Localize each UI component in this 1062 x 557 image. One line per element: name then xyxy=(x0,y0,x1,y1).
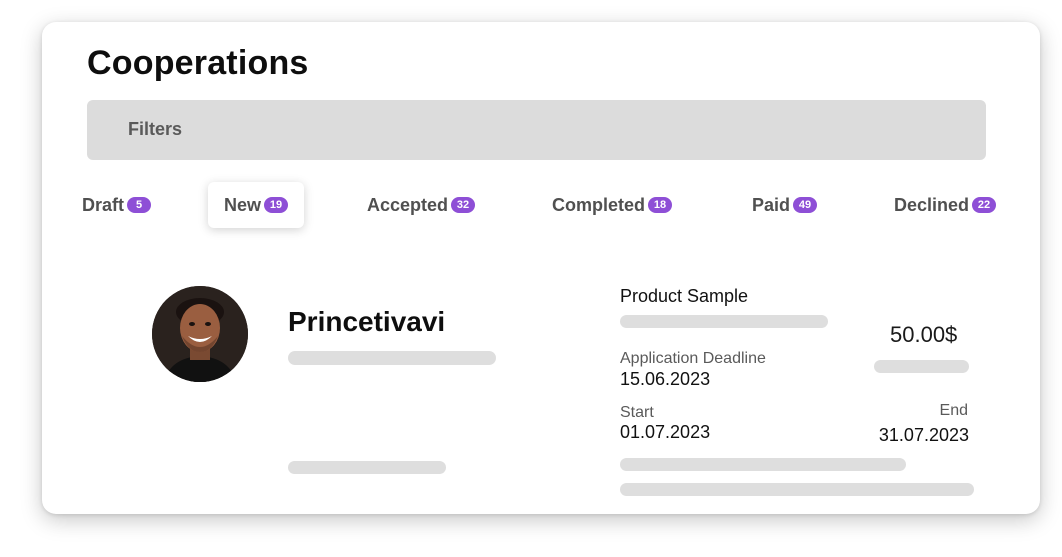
application-deadline-value: 15.06.2023 xyxy=(620,369,711,389)
tab-label: Paid xyxy=(752,194,791,215)
skeleton-line xyxy=(620,483,974,496)
skeleton-line xyxy=(620,458,906,471)
tab-draft[interactable]: Draft 5 xyxy=(82,182,152,228)
tab-completed[interactable]: Completed 18 xyxy=(552,182,673,228)
count-badge: 49 xyxy=(793,197,818,213)
product-title: Product Sample xyxy=(620,286,749,306)
tab-label: Completed xyxy=(552,194,646,215)
avatar[interactable] xyxy=(152,286,248,382)
tab-accepted[interactable]: Accepted 32 xyxy=(367,182,476,228)
start-date: 01.07.2023 xyxy=(620,422,711,442)
tab-paid[interactable]: Paid 49 xyxy=(752,182,818,228)
page-title: Cooperations xyxy=(87,44,309,82)
creator-name[interactable]: Princetivavi xyxy=(288,306,445,338)
filters-bar[interactable]: Filters xyxy=(87,100,986,160)
status-tabs: Draft 5 New 19 Accepted 32 Completed 18 … xyxy=(42,182,1040,232)
skeleton-line xyxy=(874,360,969,373)
start-label: Start xyxy=(620,404,654,421)
tab-new[interactable]: New 19 xyxy=(208,182,305,228)
tab-label: Draft xyxy=(82,194,125,215)
skeleton-line xyxy=(620,315,828,328)
avatar-image xyxy=(152,286,248,382)
tab-label: New xyxy=(224,194,262,215)
tab-label: Declined xyxy=(894,194,970,215)
application-deadline-label: Application Deadline xyxy=(620,350,766,367)
count-badge: 32 xyxy=(451,197,476,213)
end-date: 31.07.2023 xyxy=(878,425,969,445)
skeleton-line xyxy=(288,351,496,365)
skeleton-line xyxy=(288,461,446,474)
end-label: End xyxy=(939,402,968,419)
count-badge: 5 xyxy=(127,197,152,213)
tab-declined[interactable]: Declined 22 xyxy=(894,182,997,228)
tab-label: Accepted xyxy=(367,194,449,215)
price: 50.00$ xyxy=(890,322,958,347)
filters-label: Filters xyxy=(128,119,183,139)
count-badge: 18 xyxy=(648,197,673,213)
count-badge: 19 xyxy=(264,197,289,213)
count-badge: 22 xyxy=(972,197,997,213)
cooperations-card: Cooperations Filters Draft 5 New 19 Acce… xyxy=(42,22,1040,514)
